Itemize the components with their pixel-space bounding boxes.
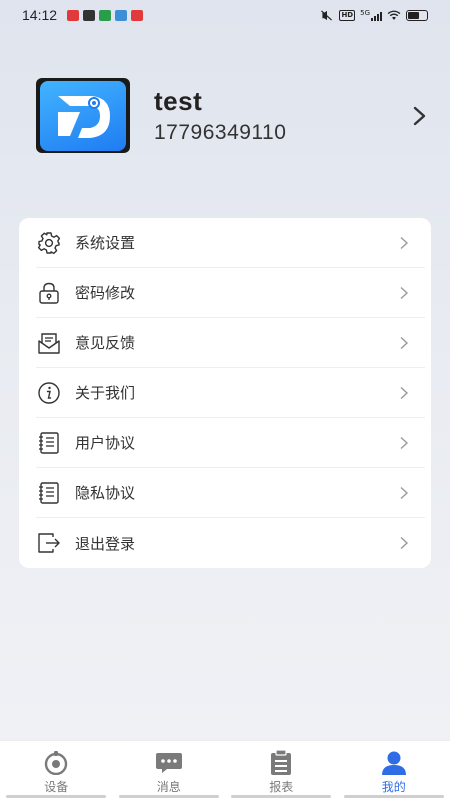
user-icon bbox=[380, 751, 408, 775]
hd-badge: HD bbox=[339, 9, 356, 21]
chevron-right-icon bbox=[400, 336, 409, 349]
tab-label: 报表 bbox=[269, 780, 294, 794]
profile-info: test 17796349110 bbox=[154, 86, 286, 145]
tab-indicator bbox=[118, 795, 219, 798]
notification-app-icon bbox=[99, 9, 112, 21]
tab-messages[interactable]: 消息 bbox=[113, 741, 226, 800]
tab-indicator bbox=[343, 795, 444, 798]
document-icon bbox=[36, 430, 62, 456]
battery-icon bbox=[406, 9, 428, 21]
profile-header[interactable]: test 17796349110 bbox=[36, 78, 436, 153]
tab-label: 设备 bbox=[44, 780, 69, 794]
tab-indicator bbox=[231, 795, 332, 798]
chevron-right-icon bbox=[400, 286, 409, 299]
menu-item-label: 关于我们 bbox=[75, 384, 136, 402]
menu-item-label: 密码修改 bbox=[75, 284, 136, 302]
menu-item-label: 意见反馈 bbox=[75, 334, 136, 352]
signal-icon: 5G bbox=[360, 8, 382, 21]
tab-reports[interactable]: 报表 bbox=[225, 741, 338, 800]
notification-app-icon bbox=[83, 9, 96, 21]
message-icon bbox=[155, 751, 183, 775]
wifi-icon bbox=[387, 10, 401, 20]
status-time: 14:12 bbox=[22, 7, 58, 23]
chevron-right-icon bbox=[400, 236, 409, 249]
menu-item-about-us[interactable]: 关于我们 bbox=[36, 368, 425, 418]
menu-item-user-agreement[interactable]: 用户协议 bbox=[36, 418, 425, 468]
chevron-right-icon[interactable] bbox=[410, 105, 428, 127]
tab-label: 消息 bbox=[156, 780, 181, 794]
tab-indicator bbox=[6, 795, 107, 798]
info-icon bbox=[36, 380, 62, 406]
status-system-icons: HD 5G bbox=[320, 8, 428, 21]
menu-item-label: 退出登录 bbox=[75, 534, 136, 553]
menu-item-label: 系统设置 bbox=[75, 234, 136, 252]
chevron-right-icon bbox=[400, 436, 409, 449]
logout-icon bbox=[36, 530, 62, 556]
status-notification-icons bbox=[67, 9, 144, 21]
notification-app-icon bbox=[115, 9, 128, 21]
profile-phone: 17796349110 bbox=[154, 121, 287, 144]
chevron-right-icon bbox=[400, 386, 409, 399]
profile-name: test bbox=[154, 86, 203, 116]
menu-item-change-password[interactable]: 密码修改 bbox=[36, 268, 425, 318]
tab-mine[interactable]: 我的 bbox=[338, 741, 450, 800]
network-type-label: 5G bbox=[360, 8, 370, 17]
notification-app-icon bbox=[67, 9, 80, 21]
menu-item-label: 用户协议 bbox=[75, 434, 136, 452]
avatar bbox=[36, 78, 130, 153]
chevron-right-icon bbox=[400, 486, 409, 499]
tab-device[interactable]: 设备 bbox=[0, 741, 113, 800]
report-icon bbox=[267, 750, 295, 775]
status-bar: 14:12 HD 5G bbox=[0, 0, 450, 30]
gear-icon bbox=[36, 230, 62, 256]
document-icon bbox=[36, 480, 62, 506]
notification-app-icon bbox=[131, 9, 144, 21]
menu-item-logout[interactable]: 退出登录 bbox=[36, 518, 425, 568]
menu-item-label: 隐私协议 bbox=[75, 484, 136, 502]
bottom-tab-bar: 设备 消息 报表 我的 bbox=[0, 740, 450, 800]
mail-icon bbox=[36, 330, 62, 356]
menu-item-feedback[interactable]: 意见反馈 bbox=[36, 318, 425, 368]
chevron-right-icon bbox=[400, 536, 409, 550]
lock-icon bbox=[36, 280, 62, 306]
menu-item-privacy-policy[interactable]: 隐私协议 bbox=[36, 468, 425, 518]
menu-item-system-settings[interactable]: 系统设置 bbox=[36, 218, 425, 268]
tab-label: 我的 bbox=[381, 780, 406, 794]
mute-icon bbox=[321, 9, 333, 21]
settings-menu: 系统设置 密码修改 意见反馈 关于我们 用户协议 隐私协议 退出登录 bbox=[19, 218, 431, 568]
device-icon bbox=[42, 751, 70, 775]
app-logo-icon bbox=[40, 80, 126, 151]
